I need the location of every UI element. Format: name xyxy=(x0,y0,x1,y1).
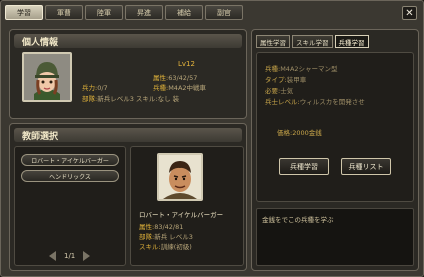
close-icon: ✕ xyxy=(405,7,414,19)
tab-attribute-learning[interactable]: 属性学習 xyxy=(256,35,290,48)
tab-skill-learning[interactable]: スキル学習 xyxy=(292,35,333,48)
unit-price: 価格:2000金銭 xyxy=(277,129,322,137)
teacher-list-item-1[interactable]: ロバート・アイケルバーガー xyxy=(21,154,119,166)
soldier-unit-type: 兵種:M4A2中戦車 xyxy=(153,84,207,92)
soldier-level: Lv12 xyxy=(178,60,195,68)
training-window: 学習 軍曹 陸軍 昇進 補給 副官 ✕ 個人情報 Lv12 属性:63/42/5… xyxy=(0,0,424,277)
soldier-strength: 兵力:0/7 xyxy=(82,84,108,92)
unit-class-line: タイプ:装甲車 xyxy=(265,76,307,84)
unit-type-list-button[interactable]: 兵種リスト xyxy=(341,158,391,175)
soldier-portrait xyxy=(22,52,72,102)
tab-army[interactable]: 陸軍 xyxy=(85,5,123,20)
next-page-arrow-icon[interactable] xyxy=(83,251,91,261)
soldier-avatar-icon xyxy=(24,54,70,100)
unit-type-line: 兵種:M4A2シャーマン型 xyxy=(265,65,338,73)
tab-unit-type-learning[interactable]: 兵種学習 xyxy=(334,35,369,48)
personal-info-title: 個人情報 xyxy=(22,38,59,48)
teacher-detail: ロバート・アイケルバーガー 属性:83/42/81 部隊:新兵 レベル3 スキル… xyxy=(130,146,244,266)
soldier-squad: 部隊:新兵レベル3 スキル:なし 装 xyxy=(82,95,180,103)
teacher-select-title: 教師選択 xyxy=(22,132,59,142)
teacher-skill: スキル:訓練(初級) xyxy=(139,243,192,251)
learn-unit-type-button[interactable]: 兵種学習 xyxy=(279,158,329,175)
teacher-name: ロバート・アイケルバーガー xyxy=(139,211,224,219)
tab-adjutant[interactable]: 副官 xyxy=(205,5,243,20)
personal-info-panel: 個人情報 Lv12 属性:63/42/57 兵種:M4A2中戦車 兵力:0/7 … xyxy=(9,29,247,119)
teacher-avatar-icon xyxy=(159,155,201,199)
unit-soldier-level-line: 兵士レベル:ウィルスカを開発させ xyxy=(265,98,365,106)
teacher-list-item-2[interactable]: ヘンドリックス xyxy=(21,170,119,182)
soldier-attr: 属性:63/42/57 xyxy=(153,74,198,82)
learning-description: 金銭をでこの兵種を学ぶ xyxy=(256,208,414,266)
teacher-pager: 1/1 xyxy=(49,251,91,261)
unit-requirement-line: 必要:士気 xyxy=(265,87,294,95)
tab-supply[interactable]: 補給 xyxy=(165,5,203,20)
close-button[interactable]: ✕ xyxy=(402,6,417,20)
tab-study[interactable]: 学習 xyxy=(5,5,43,20)
teacher-squad: 部隊:新兵 レベル3 xyxy=(139,233,193,241)
tab-sergeant[interactable]: 軍曹 xyxy=(45,5,83,20)
learning-panel: 属性学習 スキル学習 兵種学習 兵種:M4A2シャーマン型 タイプ:装甲車 必要… xyxy=(251,29,419,271)
learning-tab-bar: 属性学習 スキル学習 兵種学習 xyxy=(256,35,369,48)
teacher-portrait xyxy=(157,153,203,201)
unit-learning-content: 兵種:M4A2シャーマン型 タイプ:装甲車 必要:士気 兵士レベル:ウィルスカを… xyxy=(256,52,414,202)
teacher-select-panel: 教師選択 ロバート・アイケルバーガー ヘンドリックス 1/1 ロバート・アイケル… xyxy=(9,123,247,271)
page-indicator: 1/1 xyxy=(64,252,76,260)
tab-promotion[interactable]: 昇進 xyxy=(125,5,163,20)
teacher-attr: 属性:83/42/81 xyxy=(139,223,184,231)
prev-page-arrow-icon[interactable] xyxy=(49,251,56,261)
teacher-list: ロバート・アイケルバーガー ヘンドリックス 1/1 xyxy=(14,146,126,266)
top-tab-bar: 学習 軍曹 陸軍 昇進 補給 副官 xyxy=(5,5,243,21)
